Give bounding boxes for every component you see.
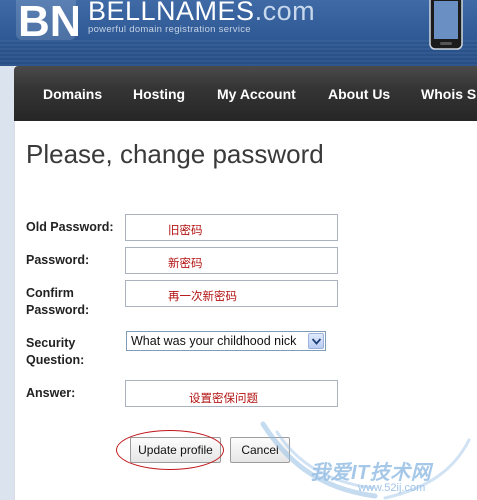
nav-item-domains[interactable]: Domains: [43, 86, 102, 102]
page-gutter: [0, 66, 14, 500]
nav-item-about-us[interactable]: About Us: [328, 86, 390, 102]
watermark-url: www.52ij.com: [358, 482, 426, 494]
logo-tld: .com: [254, 0, 316, 26]
logo-name-text: BELLNAMES: [88, 0, 255, 26]
confirm-password-input[interactable]: 再一次新密码: [125, 280, 338, 307]
answer-label: Answer:: [26, 386, 76, 400]
old-password-input[interactable]: 旧密码: [125, 214, 338, 241]
bellnames-logo-mark[interactable]: BN: [14, 0, 78, 40]
password-input[interactable]: 新密码: [125, 247, 338, 274]
security-question-label: Security Question:: [26, 335, 84, 369]
password-value: 新密码: [168, 258, 203, 270]
security-label-line2: Question:: [26, 353, 85, 367]
nav-item-whois[interactable]: Whois S: [421, 86, 476, 102]
logo-mark-text: BN: [18, 0, 78, 40]
site-tagline: powerful domain registration service: [88, 24, 251, 35]
main-nav: Domains Hosting My Account About Us Whoi…: [14, 66, 477, 121]
confirm-password-label: Confirm Password:: [26, 285, 89, 319]
site-logo-name[interactable]: BELLNAMES.com: [88, 0, 315, 27]
site-header: BN BELLNAMES.com powerful domain registr…: [0, 0, 477, 66]
answer-value: 设置密保问题: [189, 393, 258, 405]
answer-input[interactable]: 设置密保问题: [125, 380, 338, 407]
watermark-text: 我爱IT技术网: [310, 462, 432, 484]
nav-item-my-account[interactable]: My Account: [217, 86, 296, 102]
password-label: Password:: [26, 253, 90, 267]
page-title: Please, change password: [26, 139, 324, 169]
security-label-line1: Security: [26, 336, 76, 350]
old-password-label: Old Password:: [26, 220, 114, 234]
page: BN BELLNAMES.com powerful domain registr…: [0, 0, 477, 500]
update-profile-button[interactable]: Update profile: [130, 437, 221, 463]
nav-item-hosting[interactable]: Hosting: [133, 86, 185, 102]
confirm-label-line1: Confirm: [26, 286, 74, 300]
security-question-selected: What was your childhood nick: [131, 334, 297, 348]
cancel-button[interactable]: Cancel: [230, 437, 290, 463]
dropdown-button[interactable]: [308, 333, 324, 349]
phone-icon: [429, 0, 463, 50]
chevron-down-icon: [312, 338, 321, 345]
old-password-value: 旧密码: [168, 225, 203, 237]
security-question-select[interactable]: What was your childhood nick: [126, 331, 326, 351]
confirm-label-line2: Password:: [26, 303, 90, 317]
confirm-password-value: 再一次新密码: [168, 291, 237, 303]
